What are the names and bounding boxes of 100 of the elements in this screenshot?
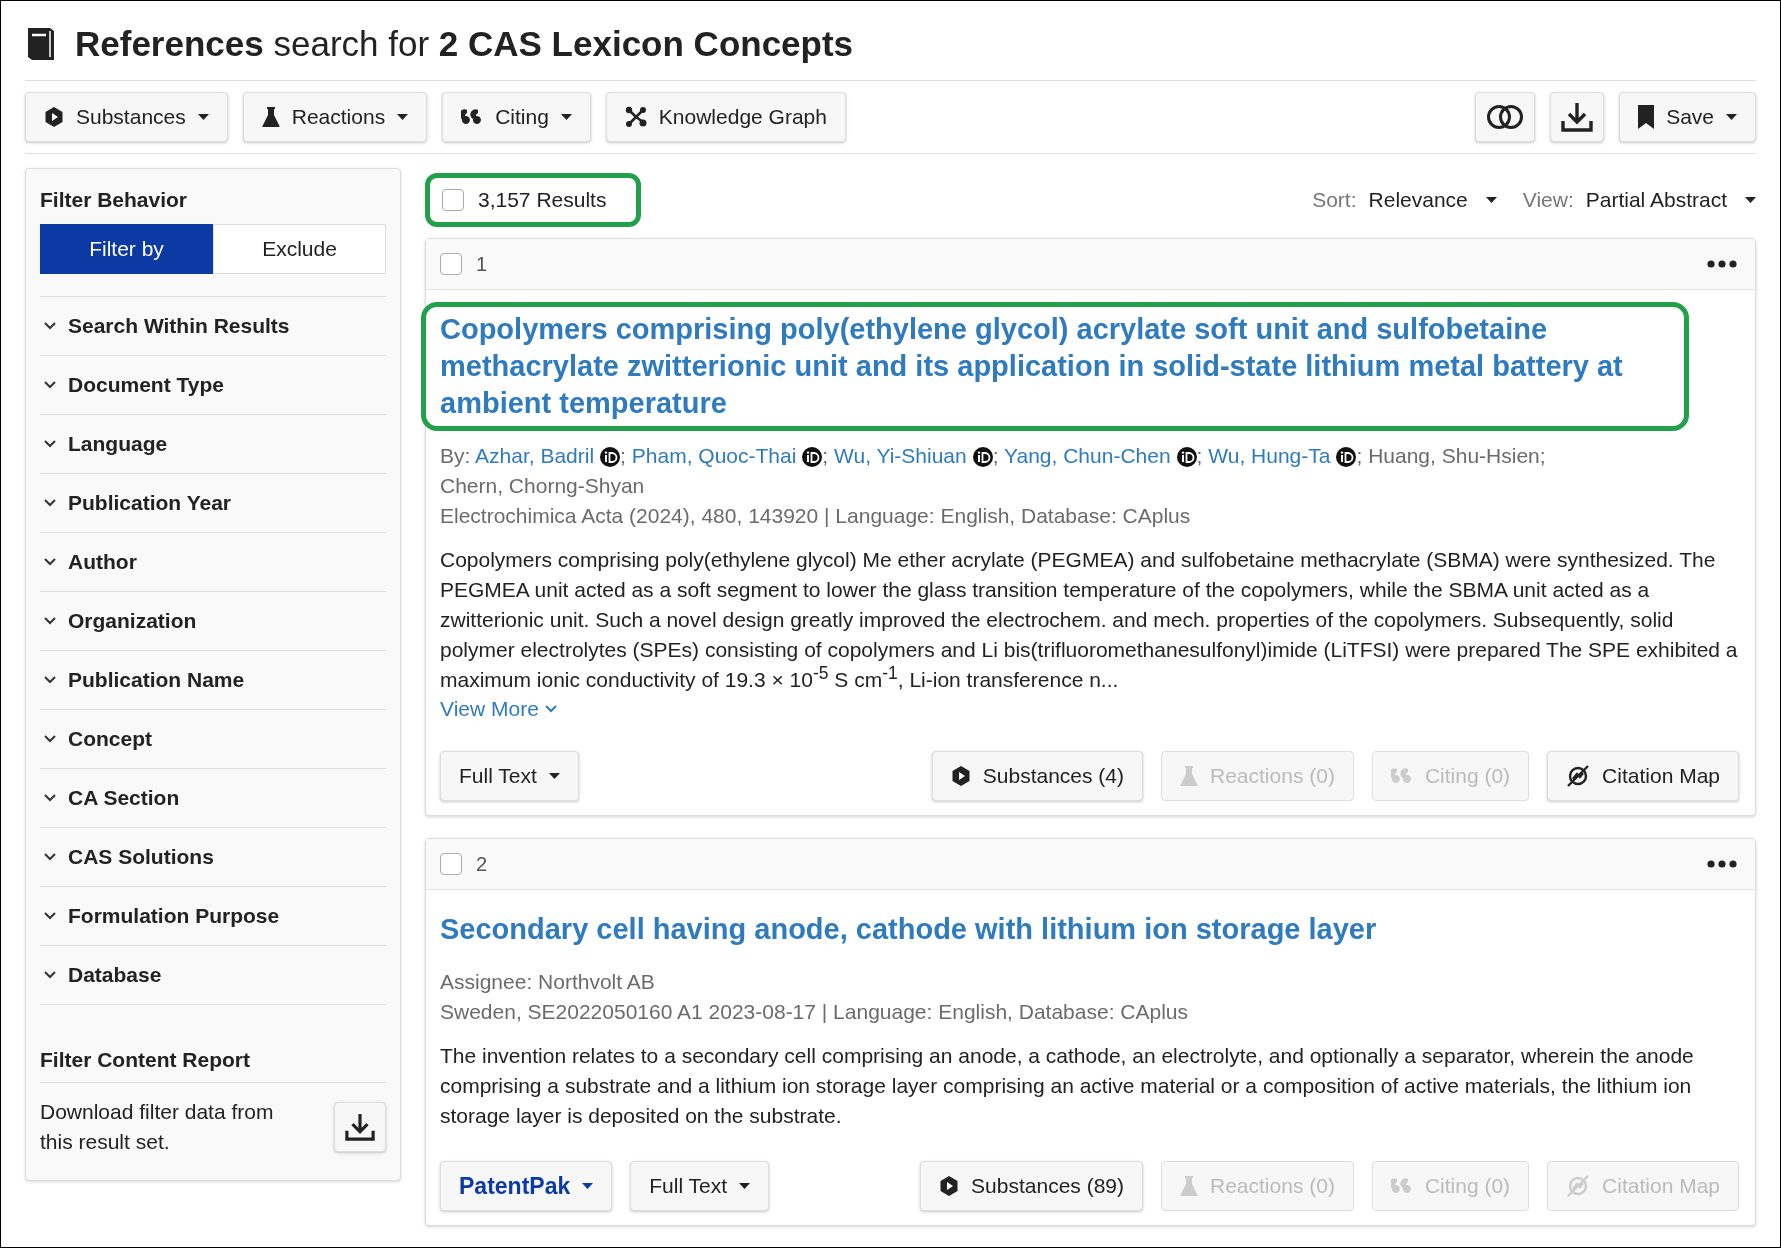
chevron-icon xyxy=(44,853,56,861)
hexagon-icon xyxy=(44,106,64,128)
toolbar-button[interactable]: Reactions xyxy=(242,92,428,142)
abstract-text: Copolymers comprising poly(ethylene glycol) Me ether acrylate (PEGMEA) and sulfobetaine methacrylate (SBMA) were synthesized. The PEGMEA unit acted as a soft segment to lower the glass transition temperature of the copolymers, while the SBMA unit acted as a zwitterionic unit. Such a novel design greatly improved the electrochem. and mech. properties of the copolymers. Subsequently, solid polymer electrolytes (SPEs) consisting of copolymers and Li bis(trifluoromethanesulfonyl)imide (LiTFSI) were prepared The SPE exhibited a maximum ionic conductivity of 19.3 × 10$^{-5}$ S cm$^{-1}$, Li-ion transference n... xyxy=(440,547,1739,693)
filter-item[interactable]: Document Type xyxy=(40,356,386,415)
quote-icon xyxy=(461,109,484,125)
select-all-control[interactable]: 3,157 Results xyxy=(425,173,642,227)
result-number: 1 xyxy=(476,252,489,276)
view-more-link[interactable]: View More xyxy=(440,697,557,721)
sort-dropdown[interactable]: Relevance xyxy=(1368,188,1497,212)
filter-item[interactable]: Concept xyxy=(40,710,386,769)
caret-icon xyxy=(548,773,560,779)
checkbox[interactable] xyxy=(440,253,462,275)
flask-icon xyxy=(261,106,280,128)
download-button[interactable] xyxy=(334,1102,386,1153)
quote-icon xyxy=(1390,768,1413,784)
chevron-icon xyxy=(44,735,56,743)
assignee-text: Assignee: Northvolt AB xyxy=(440,969,656,995)
action-button[interactable]: Full Text xyxy=(630,1161,770,1211)
panel-heading: Filter Behavior xyxy=(40,187,189,213)
view-dropdown[interactable]: Partial Abstract xyxy=(1585,188,1756,212)
citation-map-icon xyxy=(1566,764,1591,788)
hexagon-icon xyxy=(939,1175,960,1197)
quote-icon xyxy=(1390,1178,1413,1194)
filter-item[interactable]: Publication Name xyxy=(40,651,386,710)
sort-label: Sort: xyxy=(1312,188,1357,212)
book-icon xyxy=(25,26,57,61)
author-name: Huang, Shu-Hsien xyxy=(1368,444,1540,467)
download-icon xyxy=(345,1112,375,1143)
filter-item[interactable]: Language xyxy=(40,415,386,474)
orcid-icon xyxy=(1176,447,1197,467)
author-link[interactable]: Yang, Chun-Chen xyxy=(1004,444,1197,467)
author-line: By: Azhar, Badril ; Pham, Quoc-Thai ; Wu, Yi-Shiuan ; Yang, Chun-Chen ; Wu, Hung-Ta ; Huang, Shu-Hsien; Chern, Chorng-Shyan xyxy=(440,443,1547,499)
toolbar-button[interactable]: Citing xyxy=(442,92,591,142)
caret-icon xyxy=(582,1183,594,1189)
orcid-icon xyxy=(600,447,621,467)
citation-map-icon xyxy=(1566,1174,1591,1198)
caret-icon xyxy=(560,114,572,120)
download-icon xyxy=(1561,102,1594,132)
chevron-icon xyxy=(44,499,56,507)
view-label: View: xyxy=(1522,188,1574,212)
checkbox[interactable] xyxy=(440,853,462,875)
panel-heading: Filter Content Report xyxy=(40,1045,386,1083)
result-title-link[interactable]: Secondary cell having anode, cathode with lithium ion storage layer xyxy=(421,902,1689,957)
author-link[interactable]: Wu, Hung-Ta xyxy=(1208,444,1357,467)
page-title: References search for 2 CAS Lexicon Concepts xyxy=(75,23,854,64)
caret-icon xyxy=(197,114,209,120)
toggle-option[interactable]: Exclude xyxy=(213,224,386,274)
orcid-icon xyxy=(1336,447,1357,467)
more-icon[interactable] xyxy=(1707,860,1737,868)
author-link[interactable]: Azhar, Badril xyxy=(475,444,621,467)
filter-item[interactable]: CA Section xyxy=(40,769,386,828)
filter-item[interactable]: Search Within Results xyxy=(40,297,386,356)
checkbox[interactable] xyxy=(442,189,464,211)
toolbar-button[interactable] xyxy=(1550,92,1605,142)
source-text: Electrochimica Acta (2024), 480, 143920 | Language: English, Database: CAplus xyxy=(440,503,1192,529)
action-button[interactable]: Substances (89) xyxy=(920,1161,1143,1211)
action-button[interactable]: Full Text xyxy=(440,751,579,801)
network-icon xyxy=(624,106,647,128)
overlapping-circles-icon xyxy=(1486,104,1525,130)
toolbar-button[interactable]: Save xyxy=(1619,92,1756,142)
chevron-icon xyxy=(44,558,56,566)
chevron-icon xyxy=(44,617,56,625)
filter-item[interactable]: Author xyxy=(40,533,386,592)
action-button[interactable]: PatentPak xyxy=(440,1161,613,1211)
abstract-text: The invention relates to a secondary cell comprising an anode, a cathode, an electrolyte, and optionally a separator, wherein the anode comprising a substrate and a lithium ion storage layer comprising an active material or a composition of active materials, the lithium ion storage layer is deposited on the substrate. xyxy=(440,1043,1695,1129)
toggle-option[interactable]: Filter by xyxy=(40,224,213,274)
chevron-icon xyxy=(44,381,56,389)
author-name: Chern, Chorng-Shyan xyxy=(440,474,645,497)
filter-item[interactable]: Publication Year xyxy=(40,474,386,533)
caret-icon xyxy=(739,1183,751,1189)
caret-icon xyxy=(1485,197,1497,203)
result-title-link[interactable]: Copolymers comprising poly(ethylene glycol) acrylate soft unit and sulfobetaine methacrylate zwitterionic unit and its application in solid-state lithium metal battery at ambient temperature xyxy=(421,302,1689,431)
toolbar-button[interactable]: Knowledge Graph xyxy=(605,92,846,142)
filter-item[interactable]: CAS Solutions xyxy=(40,828,386,887)
more-icon[interactable] xyxy=(1707,260,1737,268)
toolbar-button[interactable]: Substances xyxy=(25,92,228,142)
caret-icon xyxy=(397,114,409,120)
chevron-icon xyxy=(44,971,56,979)
flask-icon xyxy=(1180,1175,1198,1197)
orcid-icon xyxy=(802,447,823,467)
filter-item[interactable]: Organization xyxy=(40,592,386,651)
orcid-icon xyxy=(972,447,993,467)
chevron-icon xyxy=(44,676,56,684)
caret-icon xyxy=(1745,197,1756,203)
filter-item[interactable]: Database xyxy=(40,946,386,1005)
toolbar-button[interactable] xyxy=(1475,92,1536,142)
action-button[interactable]: Citation Map xyxy=(1547,751,1739,801)
author-link[interactable]: Pham, Quoc-Thai xyxy=(631,444,823,467)
report-description: Download filter data from this result set. xyxy=(40,1099,275,1156)
hexagon-icon xyxy=(950,765,971,787)
author-link[interactable]: Wu, Yi-Shiuan xyxy=(834,444,993,467)
action-button[interactable]: Substances (4) xyxy=(931,751,1143,801)
chevron-icon xyxy=(44,912,56,920)
bookmark-icon xyxy=(1638,105,1655,129)
chevron-icon xyxy=(44,794,56,802)
chevron-icon xyxy=(44,322,56,330)
filter-item[interactable]: Formulation Purpose xyxy=(40,887,386,946)
caret-icon xyxy=(1726,114,1737,120)
chevron-icon xyxy=(44,440,56,448)
